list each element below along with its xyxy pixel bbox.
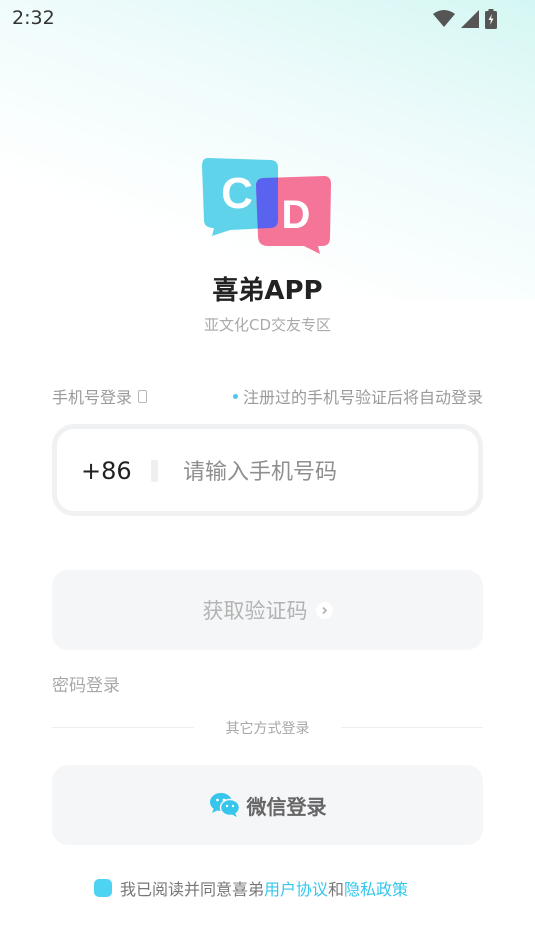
auto-login-tip: 注册过的手机号验证后将自动登录 (232, 384, 483, 408)
get-code-button[interactable]: 获取验证码 (52, 570, 483, 650)
status-bar: 2:32 (0, 0, 535, 38)
wechat-icon (209, 793, 240, 817)
chevron-right-icon (315, 601, 333, 619)
logo-letter-d: D (282, 193, 311, 237)
tip-dot-icon (232, 393, 238, 399)
phone-input-box: +86 (52, 424, 483, 516)
agreement-text: 我已阅读并同意喜弟用户协议和隐私政策 (120, 876, 408, 900)
country-code-divider (151, 460, 158, 482)
auto-login-tip-text: 注册过的手机号验证后将自动登录 (242, 388, 483, 407)
app-subtitle: 亚文化CD交友专区 (203, 316, 332, 334)
signal-icon (461, 10, 479, 28)
privacy-policy-link[interactable]: 隐私政策 (344, 880, 408, 899)
country-code[interactable]: +86 (81, 457, 132, 485)
get-code-label: 获取验证码 (202, 599, 308, 623)
agreement-prefix: 我已阅读并同意喜弟 (120, 880, 265, 899)
wifi-icon (433, 10, 455, 27)
wechat-login-button[interactable]: 微信登录 (52, 765, 483, 845)
logo-letter-c: C (221, 169, 253, 218)
phone-login-label-text: 手机号登录 (52, 388, 133, 407)
phone-input[interactable] (181, 449, 465, 495)
other-methods-label: 其它方式登录 (225, 721, 310, 737)
agreement-checkbox[interactable] (94, 879, 112, 897)
agreement-and: 和 (328, 880, 345, 899)
agreement-row: 我已阅读并同意喜弟用户协议和隐私政策 (94, 876, 408, 900)
wechat-login-label: 微信登录 (246, 794, 327, 819)
app-name: 喜弟APP (212, 276, 323, 306)
status-time: 2:32 (12, 7, 55, 29)
user-agreement-link[interactable]: 用户协议 (264, 880, 328, 899)
battery-icon (485, 9, 497, 29)
password-login-link[interactable]: 密码登录 (52, 671, 120, 696)
app-logo: C D (202, 158, 331, 254)
status-icons (433, 9, 497, 29)
phone-icon (138, 389, 148, 403)
phone-login-label: 手机号登录 (52, 384, 148, 408)
